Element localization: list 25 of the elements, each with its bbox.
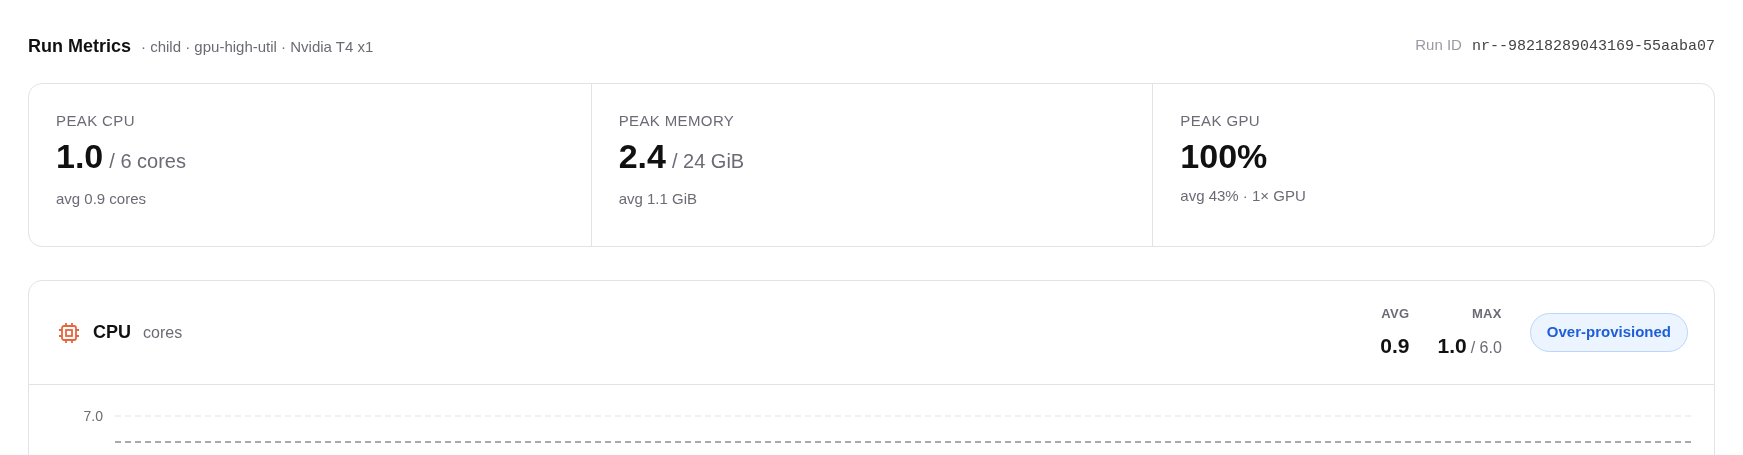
stat-subtext: avg 1.1 GiB [618, 188, 699, 209]
stat-value: 1.0 [56, 138, 104, 173]
max-value: 1.0 [1437, 332, 1467, 359]
status-badge: Over-provisioned [1529, 313, 1688, 352]
panel-title: CPU [93, 321, 131, 344]
stat-subtext: avg 0.9 cores [56, 188, 148, 209]
stat-unit: / 24 GiB [671, 148, 745, 174]
max-label: MAX [1471, 305, 1502, 323]
panel-unit: cores [143, 322, 183, 343]
stat-value: 100% [1180, 138, 1268, 173]
stat-unit: / 6 cores [109, 148, 186, 174]
avg-value: 0.9 [1380, 332, 1410, 359]
run-id: nr--98218289043169-55aaba07 [1471, 36, 1715, 57]
stat-label: PEAK CPU [56, 111, 136, 131]
y-axis-tick: 7.0 [82, 409, 104, 423]
chip-icon [57, 320, 81, 345]
stat-label: PEAK MEMORY [618, 111, 736, 131]
page-title: Run Metrics [28, 34, 132, 58]
stat-subtext: avg 43% · 1× GPU [1180, 185, 1307, 206]
stat-value: 2.4 [618, 138, 666, 173]
run-id-label: Run ID [1415, 34, 1462, 55]
stat-label: PEAK GPU [1180, 111, 1262, 131]
avg-label: AVG [1381, 305, 1410, 323]
run-meta: · child · gpu-high-util · Nvidia T4 x1 [141, 36, 374, 57]
max-limit: / 6.0 [1470, 337, 1502, 358]
